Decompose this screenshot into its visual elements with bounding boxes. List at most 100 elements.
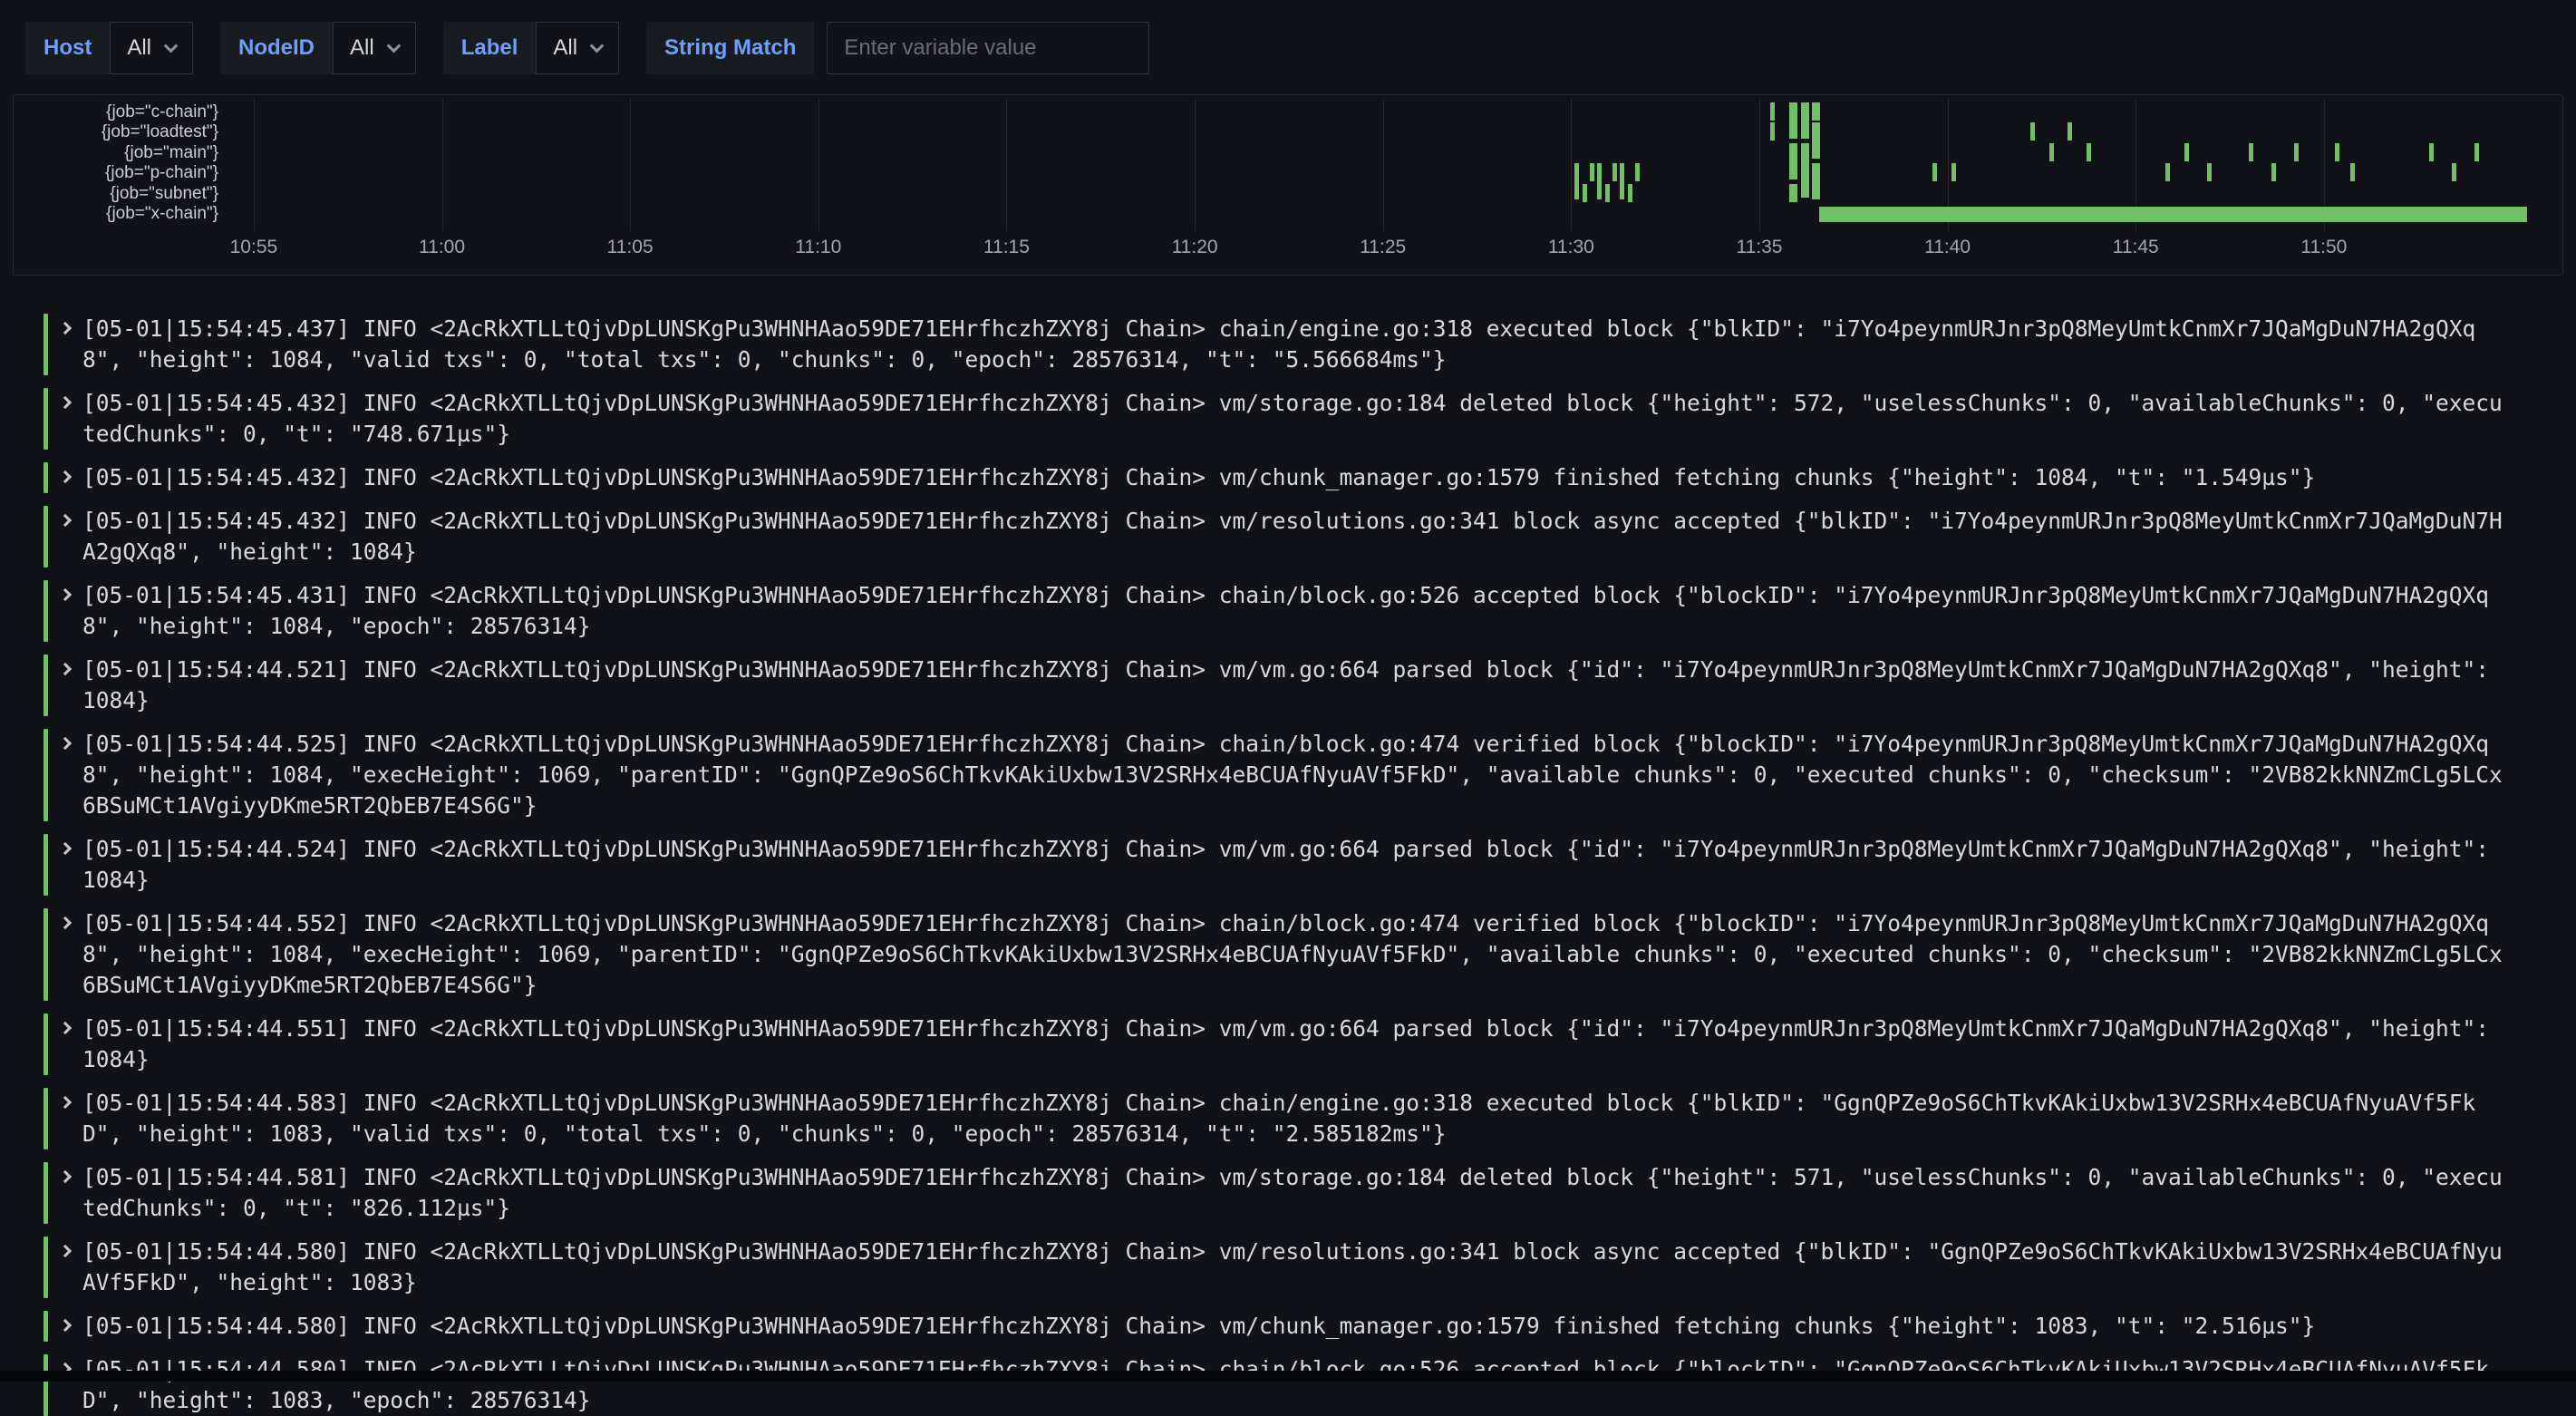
chevron-right-icon	[59, 1096, 72, 1109]
gridline	[254, 99, 255, 231]
log-row[interactable]: [05-01|15:54:44.580] INFO <2AcRkXTLLtQjv…	[44, 1237, 2551, 1298]
x-axis-tick-label: 11:45	[2113, 237, 2159, 258]
log-volume-mark	[2049, 143, 2054, 161]
log-volume-mark	[2207, 163, 2212, 181]
variable-selected-value: All	[350, 35, 374, 61]
x-axis-tick-label: 11:50	[2300, 237, 2347, 258]
expand-log-button[interactable]	[48, 1354, 82, 1416]
legend-series-label[interactable]: {job="main"}	[14, 143, 218, 163]
chevron-right-icon	[59, 322, 72, 335]
log-volume-mark	[2474, 143, 2479, 161]
expand-log-button[interactable]	[48, 1088, 82, 1149]
log-text: [05-01|15:54:44.521] INFO <2AcRkXTLLtQjv…	[82, 655, 2512, 716]
log-volume-mark	[1789, 102, 1797, 139]
log-row[interactable]: [05-01|15:54:44.524] INFO <2AcRkXTLLtQjv…	[44, 834, 2551, 896]
expand-log-button[interactable]	[48, 729, 82, 821]
log-row[interactable]: [05-01|15:54:45.432] INFO <2AcRkXTLLtQjv…	[44, 506, 2551, 567]
string-match-input[interactable]	[827, 22, 1149, 74]
log-volume-bar	[1819, 207, 2527, 222]
log-volume-mark	[1620, 163, 1624, 199]
gridline	[1759, 99, 1760, 231]
expand-log-button[interactable]	[48, 506, 82, 567]
log-text: [05-01|15:54:45.432] INFO <2AcRkXTLLtQjv…	[82, 506, 2512, 567]
expand-log-button[interactable]	[48, 462, 82, 493]
legend-series-label[interactable]: {job="loadtest"}	[14, 122, 218, 142]
chevron-right-icon	[59, 917, 72, 929]
legend-series-label[interactable]: {job="x-chain"}	[14, 204, 218, 224]
chevron-right-icon	[59, 514, 72, 527]
log-text: [05-01|15:54:45.431] INFO <2AcRkXTLLtQjv…	[82, 580, 2512, 642]
variables-toolbar: Host All NodeID All Label All String Mat…	[0, 0, 2576, 91]
log-volume-mark	[1590, 163, 1594, 181]
log-volume-mark	[2429, 143, 2434, 161]
log-text: [05-01|15:54:44.551] INFO <2AcRkXTLLtQjv…	[82, 1014, 2512, 1075]
log-volume-mark	[1574, 163, 1579, 199]
log-volume-mark	[1789, 143, 1797, 179]
log-row[interactable]: [05-01|15:54:45.431] INFO <2AcRkXTLLtQjv…	[44, 580, 2551, 642]
log-volume-mark	[2294, 143, 2299, 161]
log-volume-mark	[2249, 143, 2253, 161]
log-volume-panel: {job="c-chain"}{job="loadtest"}{job="mai…	[13, 94, 2563, 276]
log-row[interactable]: [05-01|15:54:45.432] INFO <2AcRkXTLLtQjv…	[44, 388, 2551, 450]
log-volume-mark	[1612, 163, 1617, 181]
variable-label: NodeID	[220, 22, 333, 74]
log-text: [05-01|15:54:45.432] INFO <2AcRkXTLLtQjv…	[82, 462, 2512, 493]
x-axis-tick-label: 11:05	[607, 237, 654, 258]
legend-series-label[interactable]: {job="subnet"}	[14, 184, 218, 204]
log-volume-mark	[1770, 102, 1775, 121]
log-text: [05-01|15:54:44.524] INFO <2AcRkXTLLtQjv…	[82, 834, 2512, 896]
x-axis-tick-label: 11:00	[419, 237, 465, 258]
log-row[interactable]: [05-01|15:54:44.521] INFO <2AcRkXTLLtQjv…	[44, 655, 2551, 716]
log-row[interactable]: [05-01|15:54:45.437] INFO <2AcRkXTLLtQjv…	[44, 314, 2551, 375]
legend-series-label[interactable]: {job="p-chain"}	[14, 163, 218, 183]
variable-selected-value: All	[553, 35, 577, 61]
log-volume-mark	[2350, 163, 2355, 181]
legend-series-label[interactable]: {job="c-chain"}	[14, 102, 218, 122]
log-row[interactable]: [05-01|15:54:44.583] INFO <2AcRkXTLLtQjv…	[44, 1088, 2551, 1149]
log-row[interactable]: [05-01|15:54:45.432] INFO <2AcRkXTLLtQjv…	[44, 462, 2551, 493]
log-volume-mark	[1597, 163, 1602, 199]
x-axis-tick-label: 11:35	[1736, 237, 1782, 258]
timeline-plot[interactable]: 10:5511:0011:0511:1011:1511:2011:2511:30…	[231, 95, 2550, 275]
expand-log-button[interactable]	[48, 314, 82, 375]
log-row[interactable]: [05-01|15:54:44.551] INFO <2AcRkXTLLtQjv…	[44, 1014, 2551, 1075]
expand-log-button[interactable]	[48, 1162, 82, 1224]
log-text: [05-01|15:54:45.437] INFO <2AcRkXTLLtQjv…	[82, 314, 2512, 375]
variable-value-dropdown[interactable]: All	[333, 22, 416, 74]
expand-log-button[interactable]	[48, 1237, 82, 1298]
chevron-right-icon	[59, 588, 72, 601]
expand-log-button[interactable]	[48, 655, 82, 716]
variable-selected-value: All	[127, 35, 151, 61]
chevron-right-icon	[59, 1245, 72, 1257]
log-row[interactable]: [05-01|15:54:44.580] INFO <2AcRkXTLLtQjv…	[44, 1354, 2551, 1416]
x-axis-tick-label: 11:40	[1924, 237, 1971, 258]
expand-log-button[interactable]	[48, 1014, 82, 1075]
expand-log-button[interactable]	[48, 1311, 82, 1342]
expand-log-button[interactable]	[48, 908, 82, 1001]
gridline	[630, 99, 631, 231]
log-volume-mark	[1628, 184, 1632, 202]
string-match-label: String Match	[646, 22, 814, 74]
log-row[interactable]: [05-01|15:54:44.581] INFO <2AcRkXTLLtQjv…	[44, 1162, 2551, 1224]
gridline	[442, 99, 443, 231]
variable-filters: Host All NodeID All Label All	[25, 22, 619, 74]
variable-value-dropdown[interactable]: All	[110, 22, 193, 74]
chevron-right-icon	[59, 1319, 72, 1332]
variable-value-dropdown[interactable]: All	[536, 22, 619, 74]
log-volume-mark	[1635, 163, 1640, 181]
log-text: [05-01|15:54:44.580] INFO <2AcRkXTLLtQjv…	[82, 1237, 2512, 1298]
log-volume-mark	[2030, 122, 2035, 141]
variable-label: Host	[25, 22, 110, 74]
log-row[interactable]: [05-01|15:54:44.580] INFO <2AcRkXTLLtQjv…	[44, 1311, 2551, 1342]
gridline	[1383, 99, 1384, 231]
log-text: [05-01|15:54:44.580] INFO <2AcRkXTLLtQjv…	[82, 1354, 2512, 1416]
gridline	[818, 99, 819, 231]
expand-log-button[interactable]	[48, 580, 82, 642]
expand-log-button[interactable]	[48, 834, 82, 896]
log-row[interactable]: [05-01|15:54:44.552] INFO <2AcRkXTLLtQjv…	[44, 908, 2551, 1001]
log-row[interactable]: [05-01|15:54:44.525] INFO <2AcRkXTLLtQjv…	[44, 729, 2551, 821]
chevron-right-icon	[59, 1022, 72, 1034]
log-text: [05-01|15:54:44.552] INFO <2AcRkXTLLtQjv…	[82, 908, 2512, 1001]
expand-log-button[interactable]	[48, 388, 82, 450]
bottom-edge	[0, 1371, 2576, 1382]
